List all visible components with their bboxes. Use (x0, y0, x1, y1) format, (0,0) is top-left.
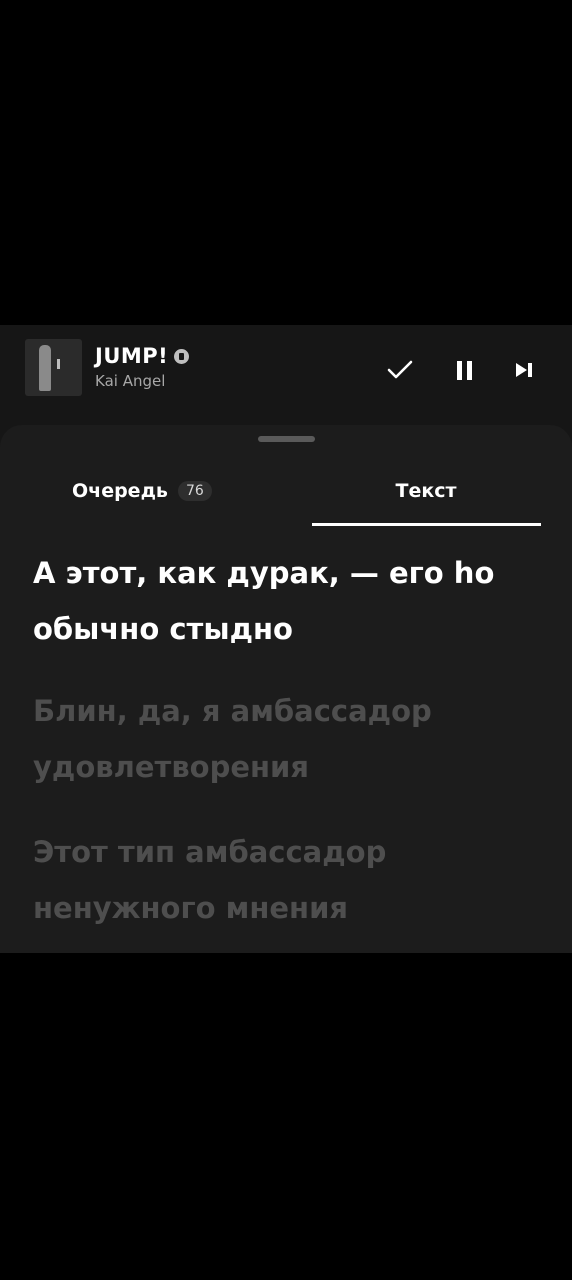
active-tab-indicator (312, 523, 541, 526)
lyrics-sheet: Очередь 76 Текст А этот, как дурак, — ег… (0, 425, 572, 953)
tab-queue[interactable]: Очередь 76 (72, 471, 212, 511)
album-cover[interactable] (25, 339, 82, 396)
cover-detail (57, 359, 60, 369)
queue-count-badge: 76 (177, 481, 212, 501)
track-artist[interactable]: Kai Angel (95, 372, 165, 390)
pause-icon (456, 360, 472, 380)
lyric-line-current[interactable]: А этот, как дурак, — его hо обычно стыдн… (33, 545, 553, 657)
track-title-row: JUMP! (95, 344, 190, 368)
lyric-line[interactable]: Блин, да, я амбассадор удовлетворения (33, 683, 553, 795)
checkmark-icon (387, 360, 413, 379)
explicit-icon (174, 348, 190, 364)
tab-queue-label: Очередь (72, 480, 168, 502)
tab-lyrics-label: Текст (395, 480, 457, 502)
lyric-line[interactable]: Этот тип амбассадор ненужного мнения (33, 824, 553, 936)
cover-figure (39, 345, 51, 391)
added-checkmark-button[interactable] (383, 353, 417, 387)
mini-player-bar[interactable]: JUMP! Kai Angel (0, 325, 572, 425)
music-player: JUMP! Kai Angel Очередь 76 Текст А этот,… (0, 325, 572, 953)
skip-next-icon (516, 363, 532, 377)
next-track-button[interactable] (507, 353, 541, 387)
pause-button[interactable] (447, 353, 481, 387)
track-title: JUMP! (95, 344, 169, 368)
drag-handle[interactable] (258, 436, 315, 442)
tab-lyrics[interactable]: Текст (312, 471, 540, 511)
